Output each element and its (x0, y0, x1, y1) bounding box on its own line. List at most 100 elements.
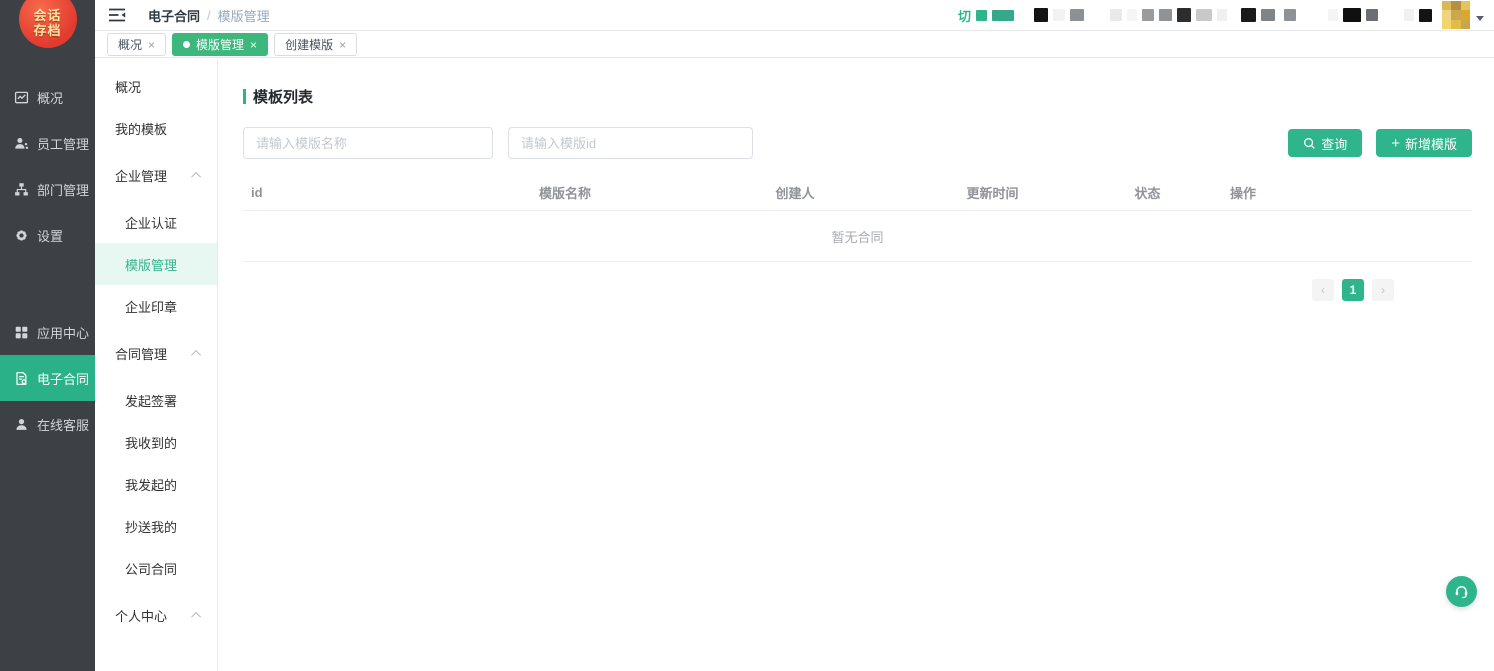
redacted-block (1343, 8, 1361, 22)
app-root: 会话 存档 概况 员工管理 (0, 0, 1494, 671)
redacted-block (1366, 9, 1378, 21)
col-header-updated-at: 更新时间 (880, 183, 1105, 202)
sidebar-spacer (0, 258, 95, 309)
redacted-block (992, 10, 1014, 21)
submenu-label: 个人中心 (115, 606, 167, 625)
pagination: ‹ 1 › (243, 279, 1472, 301)
breadcrumb-root[interactable]: 电子合同 (148, 6, 200, 25)
gear-icon (13, 227, 29, 243)
empty-state: 暂无合同 (243, 211, 1472, 262)
empty-state-text: 暂无合同 (831, 227, 883, 246)
sidebar-item-e-contract[interactable]: 电子合同 (0, 355, 95, 401)
col-header-id: id (243, 185, 420, 200)
submenu-label: 企业印章 (125, 297, 177, 316)
sidebar-item-label: 概况 (37, 88, 63, 107)
submenu-item-company-contracts[interactable]: 公司合同 (95, 547, 217, 589)
switch-enterprise-label[interactable]: 切 (958, 6, 971, 25)
sidebar-item-employees[interactable]: 员工管理 (0, 120, 95, 166)
pagination-page-1[interactable]: 1 (1342, 279, 1364, 301)
submenu-item-enterprise-seal[interactable]: 企业印章 (95, 285, 217, 327)
breadcrumb-current: 模版管理 (218, 6, 270, 25)
submenu-item-template-management[interactable]: 模版管理 (95, 243, 217, 285)
open-tabs-bar: 概况 × 模版管理 × 创建模版 × (95, 32, 1494, 58)
redacted-block (1177, 8, 1191, 22)
sidebar-item-departments[interactable]: 部门管理 (0, 166, 95, 212)
sidebar-item-label: 在线客服 (37, 415, 89, 434)
add-template-label: 新增模版 (1405, 134, 1457, 153)
pagination-next-button[interactable]: › (1372, 279, 1394, 301)
primary-sidebar: 会话 存档 概况 员工管理 (0, 0, 95, 671)
chevron-up-icon (191, 611, 201, 621)
tab-overview[interactable]: 概况 × (107, 33, 166, 56)
add-template-button[interactable]: + 新增模版 (1376, 129, 1472, 157)
redacted-block (1419, 9, 1432, 22)
active-tab-dot (183, 41, 190, 48)
submenu-group-enterprise[interactable]: 企业管理 (95, 154, 217, 196)
breadcrumb-separator: / (207, 8, 211, 23)
submenu-group-contract[interactable]: 合同管理 (95, 332, 217, 374)
employees-icon (13, 135, 29, 151)
redacted-block (1217, 9, 1227, 21)
tab-template-management[interactable]: 模版管理 × (172, 33, 268, 56)
redacted-block (1053, 9, 1065, 21)
submenu-label: 我收到的 (125, 433, 177, 452)
app-logo: 会话 存档 (19, 0, 77, 48)
chevron-up-icon (191, 171, 201, 181)
query-button[interactable]: 查询 (1288, 129, 1362, 157)
submenu-item-cc-me[interactable]: 抄送我的 (95, 505, 217, 547)
customer-service-fab[interactable] (1446, 576, 1477, 607)
redacted-block (1142, 9, 1154, 21)
sidebar-item-online-support[interactable]: 在线客服 (0, 401, 95, 447)
departments-icon (13, 181, 29, 197)
submenu-label: 合同管理 (115, 344, 167, 363)
redacted-block (1127, 9, 1137, 21)
redacted-block (1196, 9, 1212, 21)
chevron-down-icon[interactable] (1476, 16, 1484, 21)
page-title-text: 模板列表 (253, 86, 313, 107)
template-name-input[interactable] (243, 127, 493, 159)
sidebar-item-app-center[interactable]: 应用中心 (0, 309, 95, 355)
plus-icon: + (1391, 136, 1400, 151)
tab-label: 概况 (118, 36, 142, 53)
sidebar-item-settings[interactable]: 设置 (0, 212, 95, 258)
redacted-block (976, 10, 987, 21)
search-icon (1303, 137, 1316, 150)
close-icon[interactable]: × (250, 38, 257, 52)
submenu-label: 我的模板 (115, 119, 167, 138)
sidebar-item-overview[interactable]: 概况 (0, 74, 95, 120)
submenu-group-personal-center[interactable]: 个人中心 (95, 594, 217, 636)
sidebar-item-label: 员工管理 (37, 134, 89, 153)
table-header-row: id 模版名称 创建人 更新时间 状态 操作 (243, 175, 1472, 211)
apps-icon (13, 324, 29, 340)
sidebar-item-label: 部门管理 (37, 180, 89, 199)
chart-icon (13, 89, 29, 105)
redacted-block (1284, 9, 1296, 21)
close-icon[interactable]: × (339, 38, 346, 52)
submenu-item-enterprise-auth[interactable]: 企业认证 (95, 201, 217, 243)
tab-label: 模版管理 (196, 36, 244, 53)
submenu-item-initiated[interactable]: 我发起的 (95, 463, 217, 505)
pagination-prev-button[interactable]: ‹ (1312, 279, 1334, 301)
submenu-item-received[interactable]: 我收到的 (95, 421, 217, 463)
user-avatar[interactable] (1442, 1, 1470, 29)
title-accent-bar (243, 89, 246, 104)
main-content: 模板列表 查询 + 新增模版 id 模版名称 创建人 更新时间 (218, 59, 1494, 671)
submenu-item-overview[interactable]: 概况 (95, 65, 217, 107)
logo-line1: 会话 (33, 8, 61, 23)
template-id-input[interactable] (508, 127, 753, 159)
submenu-label: 概况 (115, 77, 141, 96)
chevron-up-icon (191, 349, 201, 359)
submenu-label: 企业管理 (115, 166, 167, 185)
col-header-creator: 创建人 (710, 183, 880, 202)
col-header-template-name: 模版名称 (420, 183, 710, 202)
redacted-block (1034, 8, 1048, 22)
submenu-item-initiate-sign[interactable]: 发起签署 (95, 379, 217, 421)
redacted-block (1261, 9, 1275, 21)
tab-label: 创建模版 (285, 36, 333, 53)
collapse-menu-icon[interactable] (108, 8, 126, 22)
tab-create-template[interactable]: 创建模版 × (274, 33, 357, 56)
close-icon[interactable]: × (148, 38, 155, 52)
topbar: 电子合同 / 模版管理 切 (95, 0, 1494, 31)
template-table: id 模版名称 创建人 更新时间 状态 操作 暂无合同 ‹ 1 › (243, 175, 1472, 301)
submenu-item-my-templates[interactable]: 我的模板 (95, 107, 217, 149)
